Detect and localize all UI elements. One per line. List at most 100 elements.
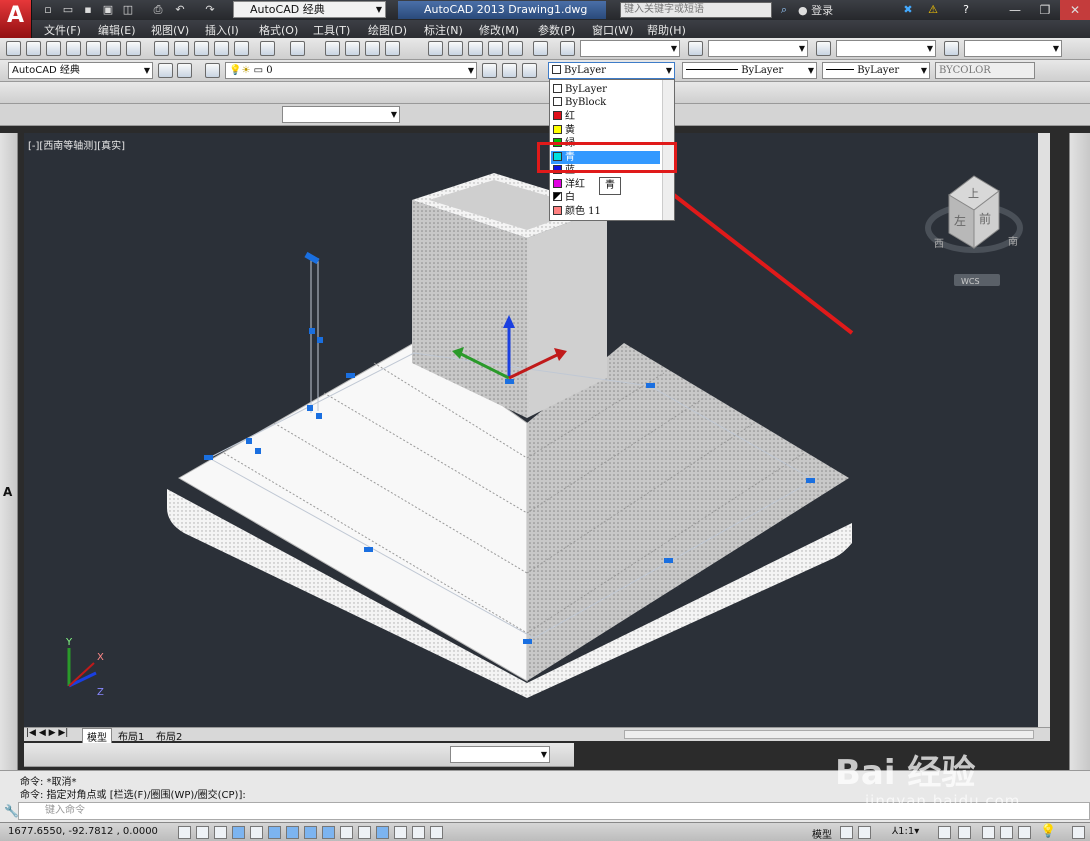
transparency-toggle[interactable] — [376, 826, 389, 839]
lineweight-combo[interactable]: ByLayer ▼ — [822, 62, 930, 79]
color-option-byblock[interactable]: ByBlock — [553, 96, 606, 109]
plotstyle-combo[interactable]: BYCOLOR — [935, 62, 1035, 79]
zoom-previous-icon[interactable] — [385, 41, 400, 56]
app-logo-button[interactable]: A — [0, 0, 32, 40]
menu-insert[interactable]: 插入(I) — [205, 22, 239, 38]
drawing-viewport[interactable]: [-][西南等轴测][真实] Y X Z 上 左 前 西 南 WCS — [24, 133, 1050, 727]
workspace-switcher[interactable]: AutoCAD 经典 ▼ — [233, 1, 386, 18]
design-center-icon[interactable] — [448, 41, 463, 56]
saveas-icon[interactable]: ▣ — [100, 2, 116, 18]
login-link[interactable]: ● 登录 — [798, 2, 833, 18]
binoculars-icon[interactable]: ⌕ — [776, 2, 792, 18]
cut-icon[interactable] — [154, 41, 169, 56]
menu-tools[interactable]: 工具(T) — [313, 22, 350, 38]
sheet-set-icon[interactable] — [488, 41, 503, 56]
properties-icon[interactable] — [428, 41, 443, 56]
quick-view-drawings-icon[interactable] — [858, 826, 871, 839]
copy-icon[interactable] — [174, 41, 189, 56]
infer-constraints-toggle[interactable] — [178, 826, 191, 839]
annotation-scale[interactable]: ⅄1:1▾ — [892, 826, 919, 837]
make-current-layer-icon[interactable] — [482, 63, 497, 78]
dim-style-icon[interactable] — [688, 41, 703, 56]
layer-combo[interactable]: 💡☀ ▭ 0 ▼ — [225, 62, 477, 79]
tab-nav-arrows[interactable]: |◀ ◀ ▶ ▶| — [26, 728, 68, 738]
osnap-toggle[interactable] — [268, 826, 281, 839]
workspace-combo[interactable]: AutoCAD 经典 ▼ — [8, 62, 153, 79]
horizontal-scrollbar[interactable] — [624, 730, 1034, 739]
undo-icon[interactable]: ↶ — [172, 2, 188, 18]
save-icon[interactable]: ▪ — [80, 2, 96, 18]
text-style-icon[interactable] — [560, 41, 575, 56]
markup-icon[interactable] — [508, 41, 523, 56]
table-style-combo[interactable]: ▼ — [836, 40, 936, 57]
multileader-style-combo[interactable]: ▼ — [964, 40, 1062, 57]
customize-icon[interactable] — [177, 63, 192, 78]
vertical-scrollbar[interactable] — [1038, 133, 1050, 727]
lock-toolbar-icon[interactable] — [1000, 826, 1013, 839]
minimize-button[interactable]: — — [1000, 0, 1030, 20]
qnew-icon[interactable] — [6, 41, 21, 56]
viewcube[interactable]: 上 左 前 西 南 WCS — [925, 175, 1023, 286]
annotation-visibility-icon[interactable] — [938, 826, 951, 839]
save-file-icon[interactable] — [46, 41, 61, 56]
color-combo[interactable]: ByLayer ▼ — [548, 62, 675, 79]
help-tb-icon[interactable] — [533, 41, 548, 56]
auto-scale-icon[interactable] — [958, 826, 971, 839]
polar-toggle[interactable] — [250, 826, 263, 839]
dim-style-combo[interactable]: ▼ — [708, 40, 808, 57]
plot-icon[interactable] — [66, 41, 81, 56]
clean-screen-icon[interactable] — [1072, 826, 1085, 839]
close-button[interactable]: ✕ — [1060, 0, 1090, 20]
tab-layout1[interactable]: 布局1 — [114, 728, 148, 743]
publish-file-icon[interactable] — [106, 41, 121, 56]
tool-palettes-icon[interactable] — [468, 41, 483, 56]
pan-icon[interactable] — [325, 41, 340, 56]
coordinates-readout[interactable]: 1677.6550, -92.7812 , 0.0000 — [8, 826, 158, 837]
redo-tb-icon[interactable] — [290, 41, 305, 56]
color-option-yellow[interactable]: 黄 — [553, 124, 575, 137]
subscription-icon[interactable]: ⚠ — [925, 2, 941, 18]
lineweight-toggle[interactable] — [358, 826, 371, 839]
exchange-icon[interactable]: ✖ — [900, 2, 916, 18]
quick-properties-toggle[interactable] — [394, 826, 407, 839]
zoom-window-icon[interactable] — [365, 41, 380, 56]
multiline-text-icon[interactable]: A — [3, 485, 12, 499]
color-option-magenta[interactable]: 洋红 — [553, 178, 585, 191]
color-option-red[interactable]: 红 — [553, 110, 575, 123]
grid-toggle[interactable] — [214, 826, 227, 839]
undo-tb-icon[interactable] — [260, 41, 275, 56]
annotation-monitor-toggle[interactable] — [430, 826, 443, 839]
menu-help[interactable]: 帮助(H) — [647, 22, 686, 38]
workspace-switch-icon[interactable] — [982, 826, 995, 839]
named-view-combo[interactable]: ▼ — [282, 106, 400, 123]
open-icon[interactable]: ▭ — [60, 2, 76, 18]
menu-edit[interactable]: 编辑(E) — [98, 22, 136, 38]
publish-icon[interactable]: ◫ — [120, 2, 136, 18]
match-properties-icon[interactable] — [214, 41, 229, 56]
wrench-icon[interactable]: 🔧 — [4, 804, 19, 818]
model-space-label[interactable]: 模型 — [812, 826, 832, 841]
print-icon[interactable]: ⎙ — [150, 2, 166, 18]
3d-osnap-toggle[interactable] — [286, 826, 299, 839]
menu-view[interactable]: 视图(V) — [151, 22, 189, 38]
selection-cycling-toggle[interactable] — [412, 826, 425, 839]
menu-parametric[interactable]: 参数(P) — [538, 22, 575, 38]
table-style-icon[interactable] — [816, 41, 831, 56]
ortho-toggle[interactable] — [232, 826, 245, 839]
color-option-white[interactable]: 白 — [553, 191, 575, 204]
help-icon[interactable]: ? — [958, 2, 974, 18]
tab-layout2[interactable]: 布局2 — [152, 728, 186, 743]
menu-window[interactable]: 窗口(W) — [592, 22, 633, 38]
maximize-button[interactable]: ❐ — [1030, 0, 1060, 20]
preview-icon[interactable] — [86, 41, 101, 56]
search-input[interactable]: 键入关键字或短语 — [620, 2, 772, 18]
block-editor-icon[interactable] — [234, 41, 249, 56]
ducs-toggle[interactable] — [322, 826, 335, 839]
paste-icon[interactable] — [194, 41, 209, 56]
menu-modify[interactable]: 修改(M) — [479, 22, 519, 38]
color-option-bylayer[interactable]: ByLayer — [553, 83, 607, 96]
color-option-11[interactable]: 颜色 11 — [553, 205, 601, 218]
3d-print-icon[interactable] — [126, 41, 141, 56]
isolate-objects-icon[interactable]: 💡 — [1040, 824, 1056, 839]
layer-previous-icon[interactable] — [502, 63, 517, 78]
